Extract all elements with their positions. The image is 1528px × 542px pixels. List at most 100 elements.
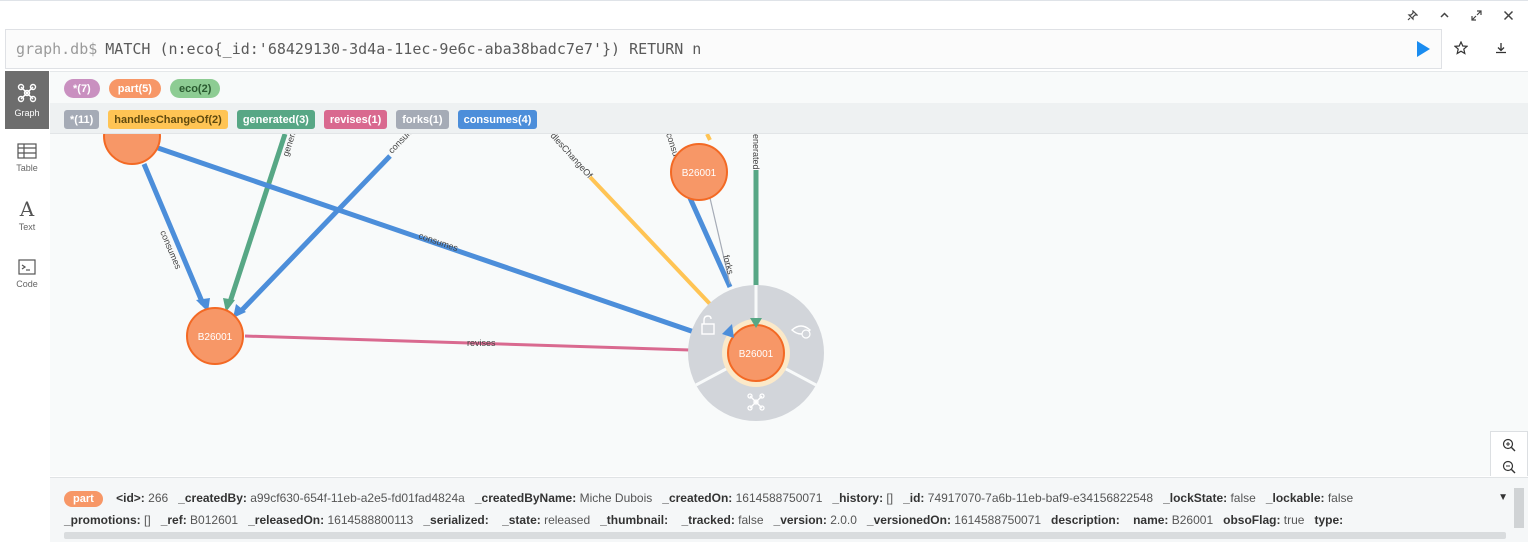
legend-node-all[interactable]: *(7) <box>64 79 100 98</box>
legend-rel-forks[interactable]: forks(1) <box>396 110 449 129</box>
property-key: name: <box>1133 513 1169 527</box>
legend-rel-consumes[interactable]: consumes(4) <box>457 110 538 129</box>
property-key: _id: <box>903 491 925 505</box>
property-list: _promotions: [] _ref: B012601 _releasedOn:… <box>64 513 1353 527</box>
legend-node-part[interactable]: part(5) <box>108 79 161 98</box>
panel-toggle-caret-icon[interactable]: ▼ <box>1498 492 1508 503</box>
properties-line: _promotions: [] _ref: B012601 _releasedOn:… <box>64 513 1353 527</box>
edge-consumes[interactable] <box>141 163 206 305</box>
window-controls <box>1398 6 1522 24</box>
properties-line: part <id>: 266 _createdBy: a99cf630-654f-… <box>64 491 1363 507</box>
property-value: false <box>1324 491 1354 505</box>
property-key: _serialized: <box>423 513 489 527</box>
property-value <box>1120 513 1123 527</box>
property-item: _releasedOn: 1614588800113 <box>248 513 413 527</box>
property-value: true <box>1280 513 1305 527</box>
property-item: obsoFlag: true <box>1223 513 1304 527</box>
sidebar-item-code[interactable]: Code <box>5 245 49 303</box>
node-label-badge[interactable]: part <box>64 491 103 507</box>
text-icon: A <box>19 197 35 221</box>
node-label: B26001 <box>682 168 717 179</box>
sidebar-item-table[interactable]: Table <box>5 129 49 187</box>
property-key: type: <box>1314 513 1344 527</box>
property-key: _createdOn: <box>662 491 733 505</box>
zoom-out-icon[interactable] <box>1502 460 1516 474</box>
property-key: obsoFlag: <box>1223 513 1281 527</box>
property-item: _thumbnail: <box>600 513 671 527</box>
property-item: _versionedOn: 1614588750071 <box>867 513 1041 527</box>
property-value: released <box>540 513 591 527</box>
property-value: 74917070-7a6b-11eb-baf9-e34156822548 <box>924 491 1154 505</box>
collapse-icon[interactable] <box>1430 6 1458 24</box>
legend-rel-all[interactable]: *(11) <box>64 110 100 129</box>
property-item: type: <box>1314 513 1343 527</box>
property-value: [] <box>883 491 894 505</box>
query-input[interactable]: MATCH (n:eco{_id:'68429130-3d4a-11ec-9e6… <box>105 40 701 58</box>
property-key: <id>: <box>116 491 145 505</box>
sidebar-item-label: Table <box>16 163 38 173</box>
property-key: _versionedOn: <box>866 513 951 527</box>
property-item: _state: released <box>502 513 590 527</box>
zoom-controls <box>1490 431 1528 476</box>
property-key: _history: <box>832 491 884 505</box>
property-item: _lockState: false <box>1163 491 1256 505</box>
sidebar-item-label: Code <box>16 279 38 289</box>
graph-browser-window: graph.db$ MATCH (n:eco{_id:'68429130-3d4… <box>0 0 1528 542</box>
property-item: _createdByName: Miche Dubois <box>475 491 652 505</box>
sidebar-item-text[interactable]: A Text <box>5 187 49 245</box>
edge-label: dlesChangeOf <box>549 131 595 181</box>
query-prompt: graph.db$ <box>16 40 98 58</box>
property-key: _createdBy: <box>178 491 247 505</box>
close-icon[interactable] <box>1494 6 1522 24</box>
property-item: description: <box>1051 513 1123 527</box>
node-label: B26001 <box>739 349 774 360</box>
query-editor[interactable]: graph.db$ MATCH (n:eco{_id:'68429130-3d4… <box>5 29 1442 69</box>
sidebar-item-graph[interactable]: Graph <box>5 71 49 129</box>
vertical-scrollbar[interactable] <box>1514 488 1524 528</box>
property-value <box>668 513 671 527</box>
property-item: _createdOn: 1614588750071 <box>662 491 822 505</box>
legend-rel-handles-change-of[interactable]: handlesChangeOf(2) <box>108 110 228 129</box>
node-label: B26001 <box>198 332 233 343</box>
property-key: _lockable: <box>1265 491 1325 505</box>
properties-panel: part <id>: 266 _createdBy: a99cf630-654f-… <box>50 477 1528 542</box>
legend-node-eco[interactable]: eco(2) <box>169 79 221 98</box>
edge-consumes[interactable] <box>687 196 733 289</box>
property-key: _lockState: <box>1163 491 1228 505</box>
property-item: _ref: B012601 <box>161 513 238 527</box>
edge-handles-change-of[interactable] <box>705 133 712 141</box>
horizontal-scrollbar[interactable] <box>64 532 1506 539</box>
graph-canvas[interactable]: consumes generat consumes consumes dlesC… <box>50 71 1528 476</box>
table-icon <box>17 143 37 159</box>
favorite-star-icon[interactable] <box>1450 39 1472 57</box>
property-key: _state: <box>502 513 541 527</box>
pin-icon[interactable] <box>1398 6 1426 24</box>
property-value: a99cf630-654f-11eb-a2e5-fd01fad4824a <box>246 491 465 505</box>
node-label-legend: *(7) part(5) eco(2) <box>64 79 221 98</box>
property-key: _thumbnail: <box>600 513 669 527</box>
relationship-legend: *(11) handlesChangeOf(2) generated(3) re… <box>64 110 538 129</box>
sidebar-item-label: Text <box>18 222 36 232</box>
property-item: _version: 2.0.0 <box>774 513 857 527</box>
property-value: B26001 <box>1168 513 1214 527</box>
property-key: _promotions: <box>64 513 141 527</box>
run-query-icon[interactable] <box>1415 40 1431 58</box>
property-key: _version: <box>773 513 827 527</box>
query-actions <box>1450 39 1512 57</box>
expand-icon[interactable] <box>1462 6 1490 24</box>
edge-label: revises <box>467 338 496 348</box>
legend-rel-revises[interactable]: revises(1) <box>323 110 388 129</box>
property-item: name: B26001 <box>1133 513 1213 527</box>
edge-label: consumes <box>417 230 460 253</box>
property-value: 1614588800113 <box>324 513 414 527</box>
property-list: <id>: 266 _createdBy: a99cf630-654f-11eb-… <box>116 491 1363 505</box>
edge-consumes[interactable] <box>240 154 392 312</box>
download-icon[interactable] <box>1490 39 1512 57</box>
property-key: description: <box>1051 513 1120 527</box>
code-icon <box>18 259 36 275</box>
property-value: B012601 <box>186 513 239 527</box>
property-item: _promotions: [] <box>64 513 151 527</box>
legend-rel-generated[interactable]: generated(3) <box>236 110 315 129</box>
zoom-in-icon[interactable] <box>1502 438 1516 452</box>
property-key: _tracked: <box>681 513 735 527</box>
